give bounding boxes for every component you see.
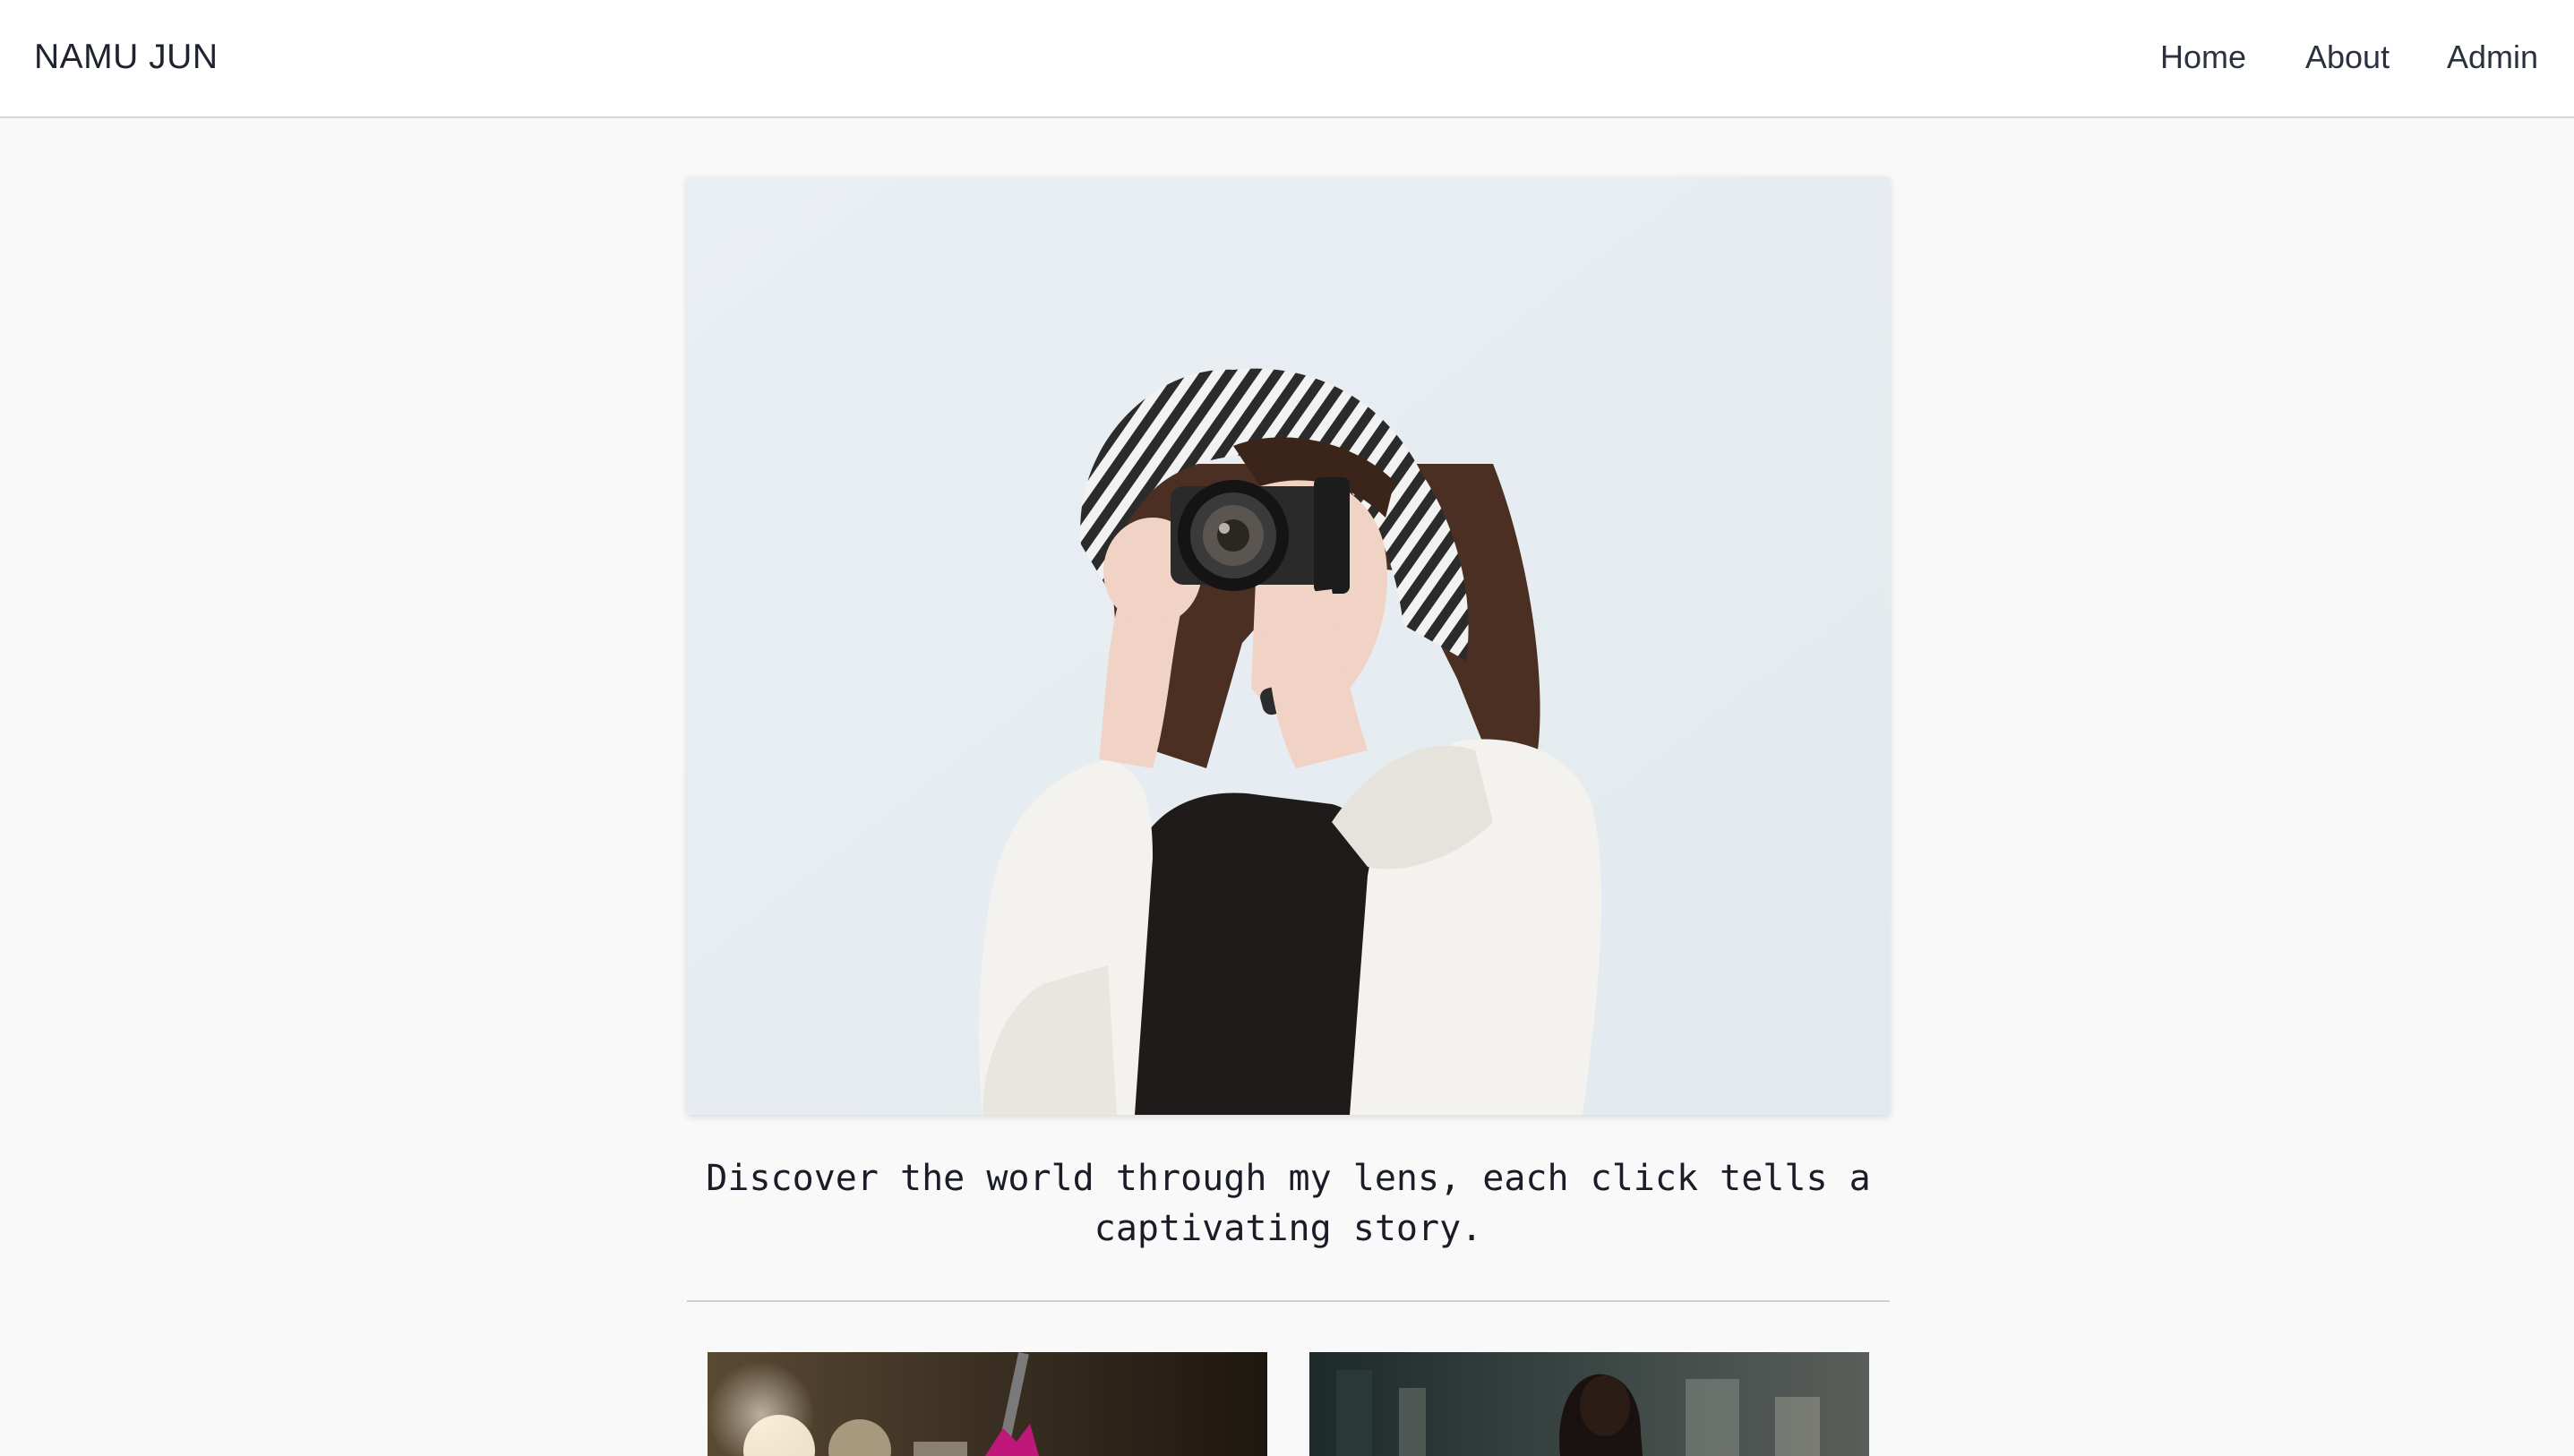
brand-logo-text[interactable]: NAMU JUN <box>34 34 219 81</box>
hero-photo <box>687 177 1890 1115</box>
gallery-thumbnail-1[interactable] <box>708 1352 1267 1456</box>
street-portrait-photo <box>1309 1352 1869 1456</box>
nav-home-link[interactable]: Home <box>2160 34 2246 81</box>
street-flower-photo <box>708 1352 1267 1456</box>
nav-admin-link[interactable]: Admin <box>2447 34 2538 81</box>
section-divider <box>687 1300 1890 1302</box>
photographer-with-camera-image <box>687 177 1890 1115</box>
nav-about-link[interactable]: About <box>2305 34 2390 81</box>
top-navbar: NAMU JUN Home About Admin <box>0 0 2574 118</box>
gallery-thumbnail-2[interactable] <box>1309 1352 1869 1456</box>
hero-tagline: Discover the world through my lens, each… <box>706 1158 1871 1249</box>
